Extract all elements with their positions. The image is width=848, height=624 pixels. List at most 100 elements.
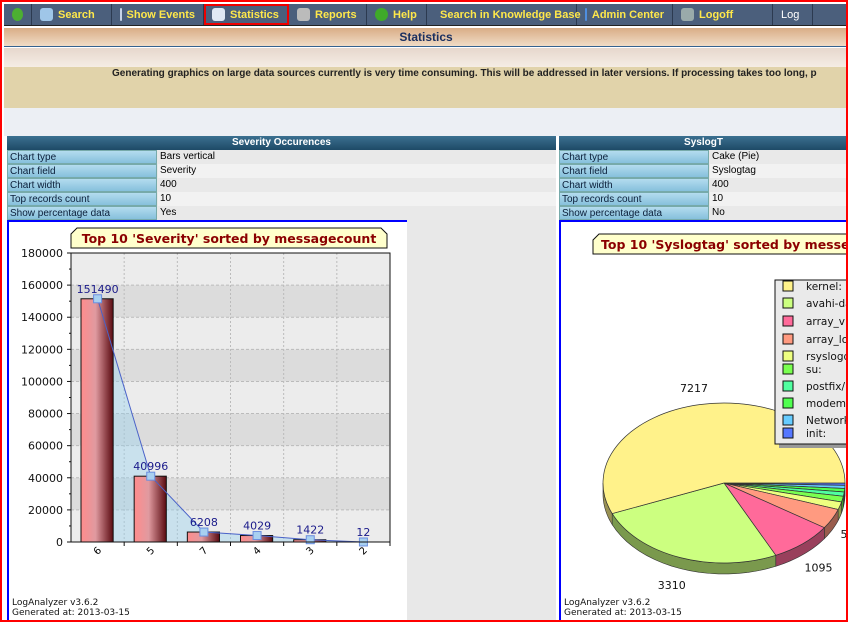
nav-item-search[interactable]: Search (32, 4, 112, 25)
legend-swatch (783, 398, 793, 408)
setting-label: Show percentage data (7, 206, 157, 220)
setting-label: Chart field (559, 164, 709, 178)
x-tick-label: 5 (145, 545, 157, 557)
data-label: 1422 (296, 524, 324, 537)
x-tick-label: 3 (304, 545, 316, 557)
setting-value: Yes (158, 206, 556, 220)
severity-panel: Severity Occurences Chart typeBars verti… (7, 136, 556, 222)
generated-date: Generated at: 2013-03-15 (564, 608, 682, 618)
legend-item: modem (806, 398, 846, 410)
nav-item-statistics[interactable]: Statistics (204, 4, 289, 25)
nav-item-label: Show Events (127, 9, 195, 21)
nav-item-show-events[interactable]: Show Events (112, 4, 204, 25)
data-point (147, 472, 155, 480)
y-tick-label: 80000 (28, 408, 63, 421)
chart-footer: LogAnalyzer v3.6.2Generated at: 2013-03-… (12, 598, 130, 618)
help-icon (375, 8, 388, 21)
nav-item-log[interactable]: Log (773, 4, 813, 25)
setting-row: Show percentage dataNo (559, 206, 848, 220)
setting-value: Cake (Pie) (710, 150, 848, 164)
version-text: LogAnalyzer v3.6.2 (12, 598, 130, 608)
page-title: Statistics (4, 28, 848, 47)
x-tick-label: 4 (251, 545, 263, 557)
subheader-band (4, 48, 848, 67)
legend-swatch (783, 316, 793, 326)
setting-value: 10 (710, 192, 848, 206)
setting-row: Chart width400 (7, 178, 556, 192)
door-icon (681, 8, 694, 21)
legend-item: array_lo (806, 334, 848, 346)
y-tick-label: 20000 (28, 504, 63, 517)
pie-label: 7217 (680, 382, 708, 395)
legend-item: array_v (806, 316, 845, 328)
panel-background (406, 220, 556, 620)
setting-value: Bars vertical (158, 150, 556, 164)
top-navigation: Search Show Events Statistics Reports Help Se… (4, 4, 848, 26)
chart-icon (212, 8, 225, 21)
pie-chart: 5109533107217kernel:avahi-daarray_varray… (561, 222, 848, 620)
setting-row: Top records count10 (559, 192, 848, 206)
legend-item: su: (806, 364, 822, 376)
data-point (200, 528, 208, 536)
y-tick-label: 180000 (21, 247, 63, 260)
setting-row: Chart fieldSyslogtag (559, 164, 848, 178)
legend-swatch (783, 298, 793, 308)
severity-chart: 1514904099662084029142212020000400006000… (7, 220, 407, 620)
bar-5 (134, 476, 166, 542)
setting-label: Chart field (7, 164, 157, 178)
data-point (253, 532, 261, 540)
pie-label: 1095 (805, 561, 833, 574)
nav-item-label: Search in Knowledge Base (440, 9, 581, 21)
nav-item-status[interactable] (4, 4, 32, 25)
setting-label: Top records count (559, 192, 709, 206)
setting-row: Top records count10 (7, 192, 556, 206)
setting-value: Syslogtag (710, 164, 848, 178)
nav-item-label: Statistics (230, 9, 279, 21)
y-tick-label: 100000 (21, 375, 63, 388)
y-tick-label: 40000 (28, 472, 63, 485)
x-tick-label: 6 (92, 545, 104, 557)
data-label: 151490 (77, 283, 119, 296)
data-label: 12 (356, 526, 370, 539)
legend-item: Network (806, 415, 848, 427)
y-tick-label: 140000 (21, 311, 63, 324)
panel-title: SyslogT (559, 136, 848, 150)
nav-item-search-in-knowledge-base[interactable]: Search in Knowledge Base (427, 4, 577, 25)
data-point (94, 295, 102, 303)
nav-item-help[interactable]: Help (367, 4, 427, 25)
nav-item-label: Logoff (699, 9, 733, 21)
nav-item-reports[interactable]: Reports (289, 4, 367, 25)
setting-value: 400 (710, 178, 848, 192)
chart-footer: LogAnalyzer v3.6.2Generated at: 2013-03-… (564, 598, 682, 618)
legend-swatch (783, 334, 793, 344)
nav-item-label: Admin Center (592, 9, 664, 21)
report-icon (297, 8, 310, 21)
home-icon (120, 8, 122, 21)
data-label: 40996 (133, 460, 168, 473)
bar-chart: 1514904099662084029142212020000400006000… (9, 222, 407, 620)
star-icon (585, 8, 587, 21)
status-led-icon (12, 8, 23, 21)
syslogtag-chart: 5109533107217kernel:avahi-daarray_varray… (559, 220, 848, 620)
info-message: Generating graphics on large data source… (4, 67, 848, 108)
setting-row: Chart typeCake (Pie) (559, 150, 848, 164)
legend-item: postfix/ (806, 381, 846, 393)
setting-value: Severity (158, 164, 556, 178)
legend-swatch (783, 381, 793, 391)
nav-item-label: Help (393, 9, 417, 21)
nav-item-logoff[interactable]: Logoff (673, 4, 773, 25)
legend-item: avahi-da (806, 298, 848, 310)
data-label: 4029 (243, 520, 271, 533)
search-icon (40, 8, 53, 21)
legend-swatch (783, 351, 793, 361)
chart-title: Top 10 'Syslogtag' sorted by messe (601, 237, 848, 252)
pie-label: 3310 (658, 579, 686, 592)
setting-row: Show percentage dataYes (7, 206, 556, 220)
y-tick-label: 0 (56, 536, 63, 549)
setting-value: No (710, 206, 848, 220)
setting-row: Chart fieldSeverity (7, 164, 556, 178)
chart-title: Top 10 'Severity' sorted by messagecount (82, 231, 377, 246)
nav-item-admin-center[interactable]: Admin Center (577, 4, 673, 25)
setting-row: Chart typeBars vertical (7, 150, 556, 164)
data-point (306, 536, 314, 544)
